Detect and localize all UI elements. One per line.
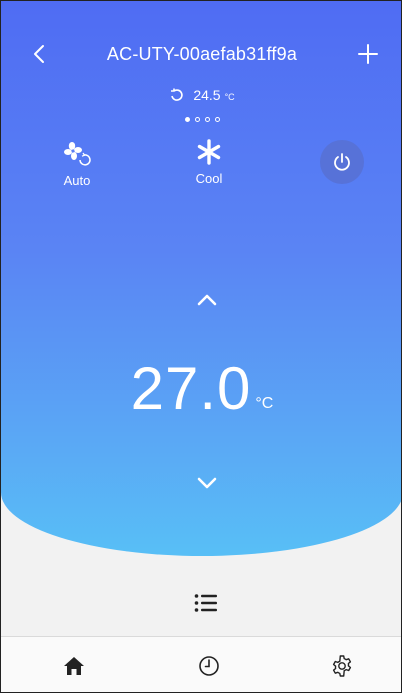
header: AC-UTY-00aefab31ff9a <box>1 37 401 71</box>
refresh-icon <box>171 88 184 101</box>
home-icon <box>64 657 84 675</box>
fan-mode-button[interactable]: Auto <box>53 141 101 188</box>
plus-icon <box>358 44 378 64</box>
temperature-up-button[interactable] <box>187 285 227 315</box>
page-indicator <box>1 117 401 122</box>
setpoint-value: 27.0 <box>130 355 252 422</box>
page-dot[interactable] <box>184 117 190 122</box>
page-dot[interactable] <box>194 117 200 122</box>
chevron-left-icon <box>34 45 44 63</box>
bottom-tab-bar <box>1 636 401 692</box>
tab-home[interactable] <box>59 651 89 681</box>
operation-mode-button[interactable]: Cool <box>181 139 237 186</box>
fan-mode-label: Auto <box>63 173 91 188</box>
temperature-down-button[interactable] <box>187 468 227 498</box>
snowflake-icon <box>197 139 221 165</box>
tab-schedule[interactable] <box>194 651 224 681</box>
operation-mode-label: Cool <box>195 171 223 186</box>
page-dot[interactable] <box>214 117 220 122</box>
clock-icon <box>199 656 219 676</box>
setpoint-unit: °C <box>255 395 274 412</box>
power-icon <box>334 153 350 171</box>
details-list-button[interactable] <box>191 589 221 617</box>
indoor-temperature-unit: °C <box>224 92 235 102</box>
back-button[interactable] <box>27 40 51 68</box>
device-title: AC-UTY-00aefab31ff9a <box>106 43 298 64</box>
power-button[interactable] <box>320 140 364 184</box>
chevron-down-icon <box>197 477 217 489</box>
setpoint-display: 27.0 °C <box>1 355 401 422</box>
chevron-up-icon <box>197 294 217 306</box>
tab-settings[interactable] <box>327 651 357 681</box>
indoor-temperature-value: 24.5 <box>193 87 221 103</box>
add-button[interactable] <box>353 39 383 69</box>
indoor-temperature: 24.5 °C <box>1 87 401 103</box>
list-icon <box>194 594 217 612</box>
page-dot[interactable] <box>204 117 210 122</box>
fan-auto-icon <box>64 142 91 166</box>
app-screen: AC-UTY-00aefab31ff9a 24.5 °C Auto Cool 2… <box>0 0 402 693</box>
gear-icon <box>332 655 352 677</box>
